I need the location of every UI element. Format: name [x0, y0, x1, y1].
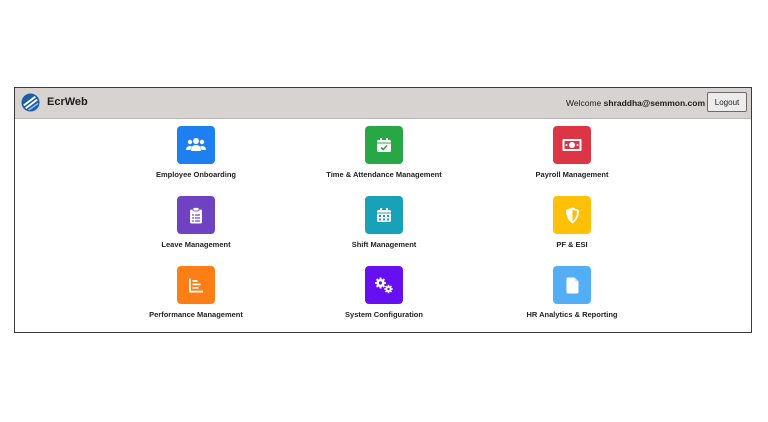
module-icon-box	[553, 196, 591, 234]
module-hr-analytics[interactable]: HR Analytics & Reporting	[507, 266, 637, 326]
users-icon	[186, 138, 206, 151]
module-shift[interactable]: Shift Management	[319, 196, 449, 256]
cogs-icon	[375, 277, 393, 293]
file-icon	[566, 277, 578, 293]
module-icon-box	[365, 126, 403, 164]
module-label: Payroll Management	[535, 170, 609, 179]
user-email: shraddha@semmon.com	[603, 98, 705, 108]
welcome-message: Welcome shraddha@semmon.com	[566, 98, 705, 108]
module-system-configuration[interactable]: System Configuration	[319, 266, 449, 326]
ecrweb-logo-icon	[21, 93, 40, 112]
module-pf-esi[interactable]: PF & ESI	[507, 196, 637, 256]
module-employee-onboarding[interactable]: Employee Onboarding	[131, 126, 261, 186]
module-label: Employee Onboarding	[155, 170, 236, 179]
module-label: PF & ESI	[556, 240, 588, 249]
module-leave[interactable]: Leave Management	[131, 196, 261, 256]
welcome-prefix: Welcome	[566, 98, 602, 108]
module-payroll[interactable]: Payroll Management	[507, 126, 637, 186]
module-icon-box	[553, 266, 591, 304]
module-icon-box	[177, 196, 215, 234]
money-bill-icon	[562, 139, 582, 151]
top-navbar: EcrWeb Welcome shraddha@semmon.com Logou…	[15, 88, 751, 119]
module-label: Leave Management	[161, 240, 231, 249]
logout-button[interactable]: Logout	[707, 92, 747, 112]
module-label: HR Analytics & Reporting	[526, 310, 618, 319]
module-icon-box	[553, 126, 591, 164]
app-window: EcrWeb Welcome shraddha@semmon.com Logou…	[14, 87, 752, 333]
module-label: System Configuration	[345, 310, 423, 319]
chart-bar-icon	[189, 278, 203, 292]
module-label: Time & Attendance Management	[326, 170, 442, 179]
module-icon-box	[177, 266, 215, 304]
module-icon-box	[365, 266, 403, 304]
module-icon-box	[365, 196, 403, 234]
brand-name: EcrWeb	[47, 96, 88, 108]
clipboard-list-icon	[190, 206, 202, 223]
module-label: Performance Management	[149, 310, 243, 319]
calendar-check-icon	[377, 138, 391, 152]
shield-icon	[565, 207, 579, 223]
module-grid: Employee Onboarding Time & Attendance Ma…	[15, 118, 751, 332]
module-icon-box	[177, 126, 215, 164]
module-performance[interactable]: Performance Management	[131, 266, 261, 326]
module-time-attendance[interactable]: Time & Attendance Management	[319, 126, 449, 186]
calendar-grid-icon	[377, 208, 391, 222]
module-label: Shift Management	[351, 240, 417, 249]
